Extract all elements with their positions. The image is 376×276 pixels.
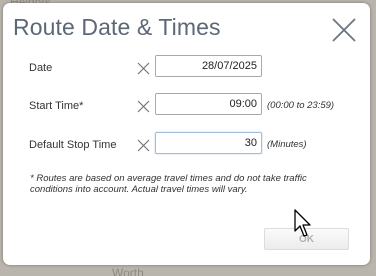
date-label: Date xyxy=(29,62,53,74)
map-label-bottom: Worth xyxy=(112,266,144,276)
dialog-title: Route Date & Times xyxy=(13,14,221,40)
map-background: Heights Worth Route Date & Times Date St… xyxy=(0,0,376,276)
start-time-label: Start Time* xyxy=(29,100,84,112)
close-icon xyxy=(332,18,356,42)
travel-times-note: * Routes are based on average travel tim… xyxy=(30,173,307,195)
default-stop-time-row: Default Stop Time (Minutes) xyxy=(3,132,370,158)
default-stop-time-clear-button[interactable] xyxy=(136,138,151,153)
clear-x-icon xyxy=(137,62,150,75)
route-date-times-dialog: Route Date & Times Date Start Time* xyxy=(3,3,370,265)
start-time-row: Start Time* (00:00 to 23:59) xyxy=(3,93,370,119)
default-stop-time-hint: (Minutes) xyxy=(267,139,307,150)
ok-button[interactable]: OK xyxy=(264,228,349,250)
start-time-hint: (00:00 to 23:59) xyxy=(267,100,335,111)
clear-x-icon xyxy=(137,100,150,113)
default-stop-time-label: Default Stop Time xyxy=(29,139,117,151)
date-input[interactable] xyxy=(155,55,262,77)
clear-x-icon xyxy=(137,139,150,152)
date-row: Date xyxy=(3,55,370,81)
default-stop-time-input[interactable] xyxy=(155,132,262,154)
date-clear-button[interactable] xyxy=(136,61,151,76)
start-time-input[interactable] xyxy=(155,93,262,115)
close-button[interactable] xyxy=(330,16,358,44)
start-time-clear-button[interactable] xyxy=(136,99,151,114)
